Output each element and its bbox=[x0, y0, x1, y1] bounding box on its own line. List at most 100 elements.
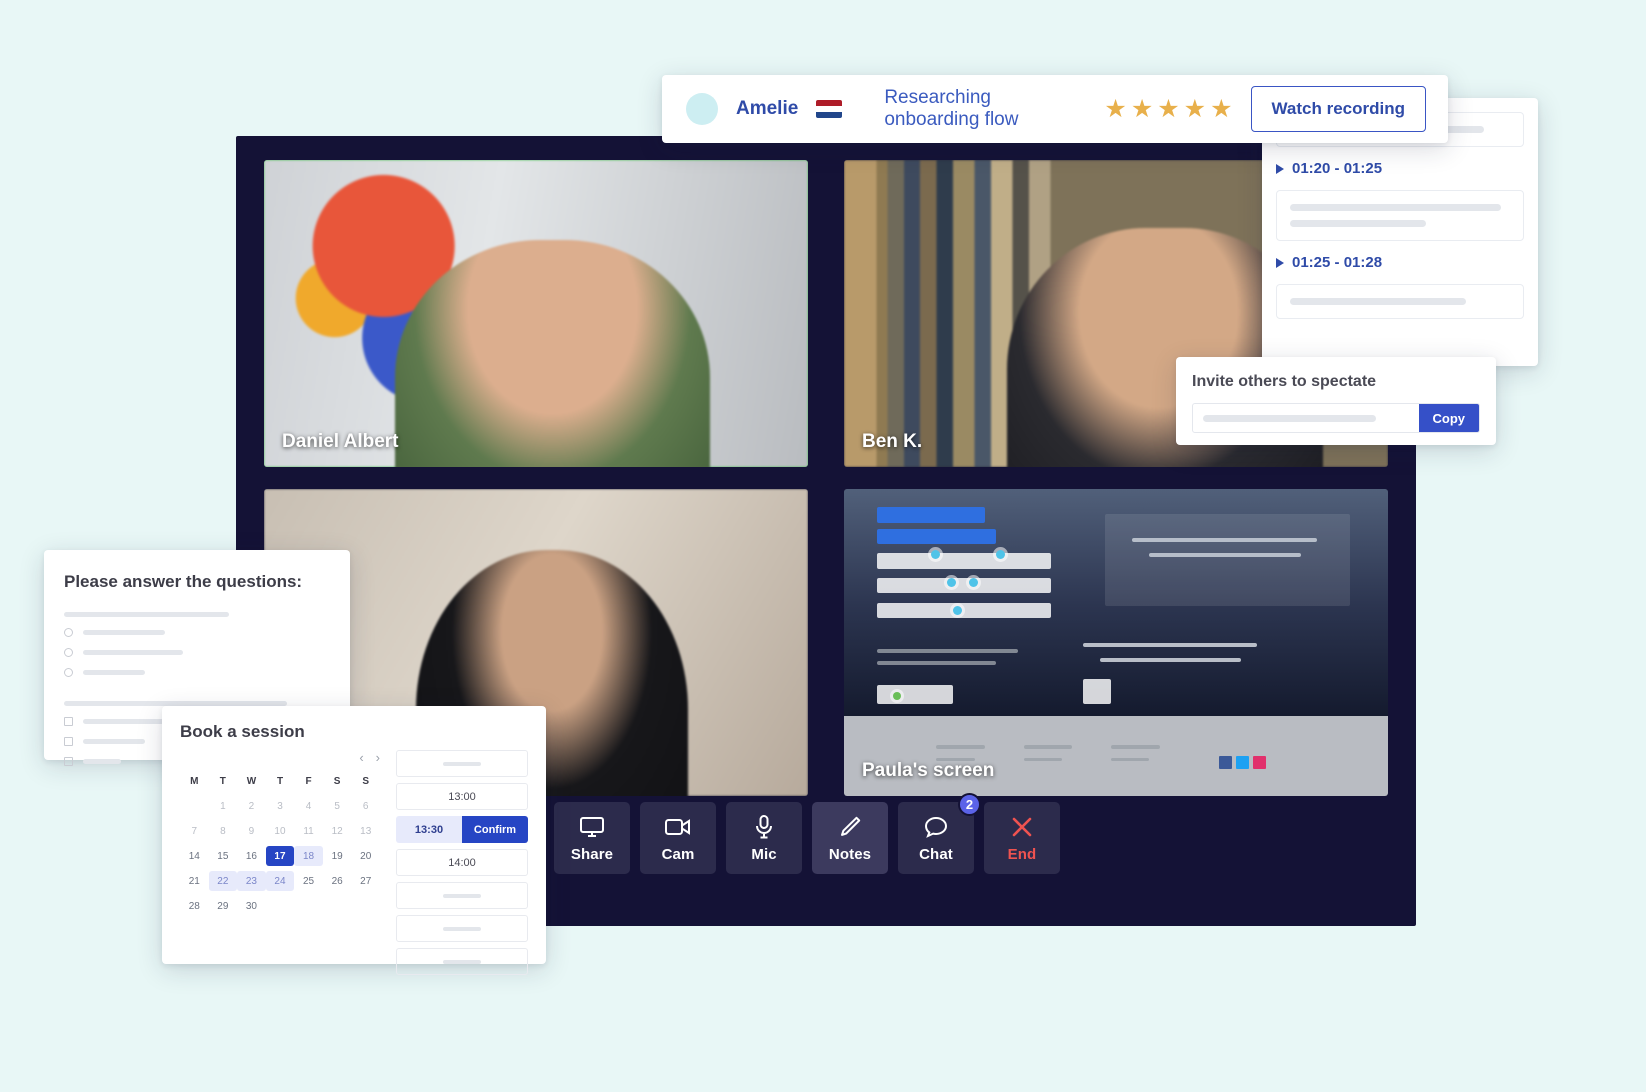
calendar-day[interactable]: 10 bbox=[266, 821, 295, 841]
share-button[interactable]: Share bbox=[554, 802, 630, 874]
transcript-timestamp: 01:20 - 01:25 bbox=[1292, 160, 1383, 177]
transcript-block[interactable] bbox=[1276, 190, 1524, 241]
close-x-icon bbox=[1009, 814, 1035, 840]
session-header-bar: Amelie Researching onboarding flow ★ ★ ★… bbox=[662, 75, 1448, 143]
play-triangle-icon[interactable] bbox=[1276, 163, 1284, 174]
calendar-day[interactable]: 24 bbox=[265, 871, 295, 891]
tile-name-label: Ben K. bbox=[862, 431, 923, 452]
calendar-day[interactable]: 7 bbox=[180, 821, 209, 841]
time-slot[interactable]: 13:00 bbox=[396, 783, 528, 810]
control-label: Chat bbox=[919, 845, 953, 863]
calendar-day[interactable]: 6 bbox=[351, 796, 380, 816]
radio-option[interactable] bbox=[64, 648, 330, 657]
calendar-weekday: S bbox=[362, 775, 370, 787]
invite-title: Invite others to spectate bbox=[1192, 373, 1377, 390]
rating-stars[interactable]: ★ ★ ★ ★ ★ bbox=[1104, 96, 1232, 122]
session-title: Researching onboarding flow bbox=[884, 87, 1019, 130]
star-icon[interactable]: ★ bbox=[1104, 96, 1126, 122]
star-icon[interactable]: ★ bbox=[1157, 96, 1179, 122]
calendar-day[interactable]: 25 bbox=[294, 871, 323, 891]
calendar-weekday: M bbox=[190, 775, 199, 787]
radio-icon[interactable] bbox=[64, 648, 73, 657]
calendar-day[interactable]: 8 bbox=[209, 821, 238, 841]
time-slot-placeholder[interactable] bbox=[396, 882, 528, 909]
cam-button[interactable]: Cam bbox=[640, 802, 716, 874]
calendar-day[interactable]: 21 bbox=[180, 871, 209, 891]
radio-icon[interactable] bbox=[64, 628, 73, 637]
star-icon[interactable]: ★ bbox=[1184, 96, 1206, 122]
calendar-day[interactable]: 20 bbox=[351, 846, 380, 866]
checkbox-icon[interactable] bbox=[64, 757, 73, 766]
calendar-day[interactable]: 26 bbox=[323, 871, 352, 891]
control-label: Notes bbox=[828, 845, 872, 863]
calendar-day[interactable]: 16 bbox=[237, 846, 266, 866]
calendar-day[interactable]: 27 bbox=[351, 871, 380, 891]
calendar-day[interactable]: 17 bbox=[265, 846, 295, 866]
chat-bubble-icon bbox=[923, 814, 949, 840]
end-call-button[interactable]: End bbox=[984, 802, 1060, 874]
checkbox-icon[interactable] bbox=[64, 717, 73, 726]
time-slot-placeholder[interactable] bbox=[396, 915, 528, 942]
copy-link-button[interactable]: Copy bbox=[1418, 404, 1479, 432]
checkbox-icon[interactable] bbox=[64, 737, 73, 746]
calendar-day[interactable]: 13 bbox=[351, 821, 380, 841]
calendar-day[interactable]: 5 bbox=[323, 796, 352, 816]
calendar-day[interactable]: 23 bbox=[237, 871, 266, 891]
calendar-day[interactable]: 4 bbox=[294, 796, 323, 816]
video-tile-screenshare[interactable]: Paula's screen bbox=[844, 489, 1388, 796]
calendar: ‹ › M T W T F S S 1 2 3 4 5 6 7 8 9 10 11 12 13 14 15 16 17 18 19… bbox=[180, 750, 380, 975]
calendar-day[interactable]: 2 bbox=[237, 796, 266, 816]
calendar-day[interactable]: 22 bbox=[208, 871, 238, 891]
calendar-weekday: F bbox=[305, 775, 312, 787]
tile-name-label: Daniel Albert bbox=[282, 431, 399, 452]
calendar-day[interactable]: 1 bbox=[209, 796, 238, 816]
calendar-weekday: S bbox=[333, 775, 341, 787]
meeting-control-bar: Share Cam Mic Notes 2 Chat End bbox=[554, 793, 1060, 874]
play-triangle-icon[interactable] bbox=[1276, 257, 1284, 268]
calendar-day[interactable]: 30 bbox=[237, 896, 266, 916]
calendar-day[interactable]: 11 bbox=[294, 821, 323, 841]
transcript-block[interactable] bbox=[1276, 284, 1524, 319]
control-label: Mic bbox=[751, 845, 777, 863]
time-slot-selected[interactable]: 13:30 bbox=[396, 816, 462, 843]
prev-month-button[interactable]: ‹ bbox=[359, 750, 363, 765]
mic-button[interactable]: Mic bbox=[726, 802, 802, 874]
book-session-card: Book a session ‹ › M T W T F S S 1 2 3 4 5 6 7 8 9 10 11 1… bbox=[162, 706, 546, 975]
calendar-day[interactable]: 19 bbox=[323, 846, 352, 866]
radio-option[interactable] bbox=[64, 668, 330, 677]
chat-unread-badge: 2 bbox=[958, 793, 981, 816]
option-label-placeholder bbox=[83, 650, 183, 655]
next-month-button[interactable]: › bbox=[376, 750, 380, 765]
notes-button[interactable]: Notes bbox=[812, 802, 888, 874]
participant-video-daniel bbox=[264, 160, 808, 467]
calendar-day[interactable]: 14 bbox=[180, 846, 209, 866]
pencil-icon bbox=[838, 814, 862, 840]
calendar-day[interactable]: 3 bbox=[266, 796, 295, 816]
radio-icon[interactable] bbox=[64, 668, 73, 677]
calendar-day[interactable]: 9 bbox=[237, 821, 266, 841]
chat-button[interactable]: 2 Chat bbox=[898, 793, 981, 874]
calendar-day[interactable]: 29 bbox=[209, 896, 238, 916]
transcript-timestamp-row[interactable]: 01:25 - 01:28 bbox=[1276, 254, 1524, 271]
video-tile-daniel[interactable]: Daniel Albert bbox=[264, 160, 808, 467]
control-label: Share bbox=[570, 845, 614, 863]
invite-link-input[interactable] bbox=[1193, 404, 1419, 432]
participant-name: Amelie bbox=[736, 98, 799, 119]
control-label: Cam bbox=[661, 845, 695, 863]
time-slot-placeholder[interactable] bbox=[396, 750, 528, 777]
transcript-timestamp-row[interactable]: 01:20 - 01:25 bbox=[1276, 160, 1524, 177]
time-slot[interactable]: 14:00 bbox=[396, 849, 528, 876]
calendar-day[interactable]: 15 bbox=[209, 846, 238, 866]
nl-flag-icon bbox=[816, 100, 843, 118]
calendar-weekday: T bbox=[276, 775, 284, 787]
control-label: End bbox=[1007, 845, 1037, 863]
calendar-day[interactable]: 28 bbox=[180, 896, 209, 916]
calendar-day[interactable]: 18 bbox=[294, 846, 323, 866]
star-icon[interactable]: ★ bbox=[1210, 96, 1232, 122]
calendar-day[interactable]: 12 bbox=[323, 821, 352, 841]
radio-option[interactable] bbox=[64, 628, 330, 637]
watch-recording-button[interactable]: Watch recording bbox=[1250, 86, 1426, 132]
star-icon[interactable]: ★ bbox=[1131, 96, 1153, 122]
confirm-booking-button[interactable]: Confirm bbox=[462, 816, 528, 843]
time-slot-placeholder[interactable] bbox=[396, 948, 528, 975]
